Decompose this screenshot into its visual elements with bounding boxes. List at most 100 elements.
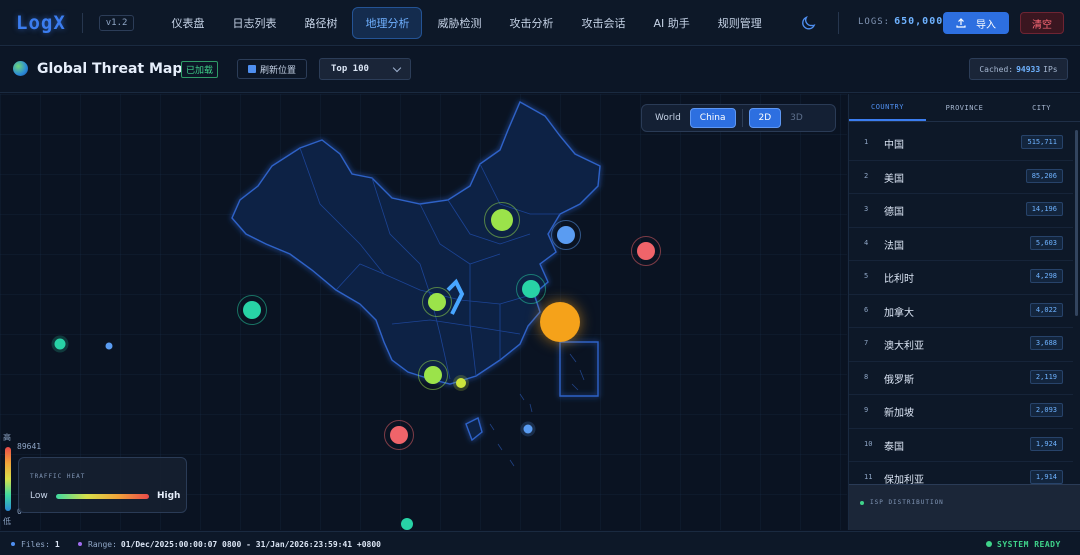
hotspot-marker-primary[interactable] [540, 302, 580, 342]
threat-map[interactable]: World China 2D 3D 高 89641 0 低 TRAFFIC HE… [0, 94, 847, 530]
nav-item-attack-sessions[interactable]: 攻击会话 [568, 7, 638, 39]
mode-3d-button[interactable]: 3D [781, 108, 812, 128]
country-count: 1,924 [1029, 436, 1063, 451]
nav-item-geo-analysis[interactable]: 地理分析 [352, 6, 423, 39]
hotspot-marker[interactable] [522, 280, 540, 298]
list-item[interactable]: 7 澳大利亚 3,688 [849, 328, 1073, 362]
hotspot-marker[interactable] [491, 209, 513, 231]
files-status: Files: 1 [21, 540, 60, 549]
country-name: 法国 [884, 240, 904, 252]
list-item[interactable]: 5 比利时 4,298 [849, 261, 1073, 295]
nav-item-attack-analysis[interactable]: 攻击分析 [496, 7, 566, 39]
hotspot-marker[interactable] [456, 378, 466, 388]
rank-index: 7 [864, 339, 869, 347]
page-title: Global Threat Map [37, 61, 183, 77]
moon-icon[interactable] [800, 14, 817, 31]
ready-dot [986, 541, 992, 547]
rank-index: 9 [864, 406, 869, 414]
refresh-location-button[interactable]: 刷新位置 [237, 59, 307, 79]
country-count: 2,093 [1029, 403, 1063, 417]
list-item[interactable]: 2 美国 85,206 [849, 161, 1073, 194]
hotspot-marker[interactable] [105, 342, 113, 350]
hotspot-marker[interactable] [523, 424, 533, 434]
country-name: 德国 [884, 207, 904, 218]
upload-icon [956, 18, 966, 28]
hotspot-marker[interactable] [557, 226, 575, 244]
isp-distribution-section[interactable]: ISP DISTRIBUTION [849, 484, 1080, 530]
nav-item-log-list[interactable]: 日志列表 [219, 7, 289, 39]
app-logo[interactable]: LogX [16, 12, 66, 34]
country-name: 新加坡 [884, 408, 914, 419]
list-item[interactable]: 8 俄罗斯 2,119 [849, 362, 1073, 395]
map-toolbar: Global Threat Map 已加载 刷新位置 Top 100 Cache… [0, 47, 1080, 93]
list-item[interactable]: 1 中国 515,711 [849, 127, 1073, 161]
list-item[interactable]: 6 加拿大 4,022 [849, 295, 1073, 328]
tab-province[interactable]: PROVINCE [926, 94, 1003, 121]
main-nav: 仪表盘 日志列表 路径树 地理分析 威胁检测 攻击分析 攻击会话 AI 助手 规… [158, 0, 776, 46]
country-count: 4,022 [1029, 302, 1063, 317]
logs-label: LOGS: [858, 17, 891, 27]
country-count: 14,196 [1025, 202, 1063, 216]
nav-item-ai-assistant[interactable]: AI 助手 [640, 7, 702, 39]
refresh-label: 刷新位置 [259, 65, 296, 76]
hotspot-marker[interactable] [54, 338, 66, 350]
hotspot-marker[interactable] [243, 301, 261, 319]
traffic-heat-legend: TRAFFIC HEAT Low High [18, 457, 187, 513]
nav-item-rules[interactable]: 规则管理 [705, 7, 775, 39]
hotspot-marker[interactable] [390, 426, 408, 444]
rank-index: 4 [864, 238, 869, 247]
import-button[interactable]: 导入 [943, 12, 1009, 34]
system-ready-status: SYSTEM READY [997, 540, 1061, 549]
logs-counter: LOGS: 650,000 [858, 16, 943, 27]
heat-low-label: Low [30, 491, 48, 501]
list-item[interactable]: 10 泰国 1,924 [849, 429, 1073, 462]
loaded-badge: 已加载 [181, 61, 219, 78]
divider [741, 109, 743, 127]
range-label: Range: [88, 540, 117, 549]
tab-city[interactable]: CITY [1003, 94, 1080, 121]
country-name: 比利时 [884, 274, 914, 285]
legend-high-label: 高 [3, 433, 11, 442]
country-count: 1,914 [1029, 470, 1063, 484]
heat-title: TRAFFIC HEAT [30, 473, 86, 480]
nav-item-dashboard[interactable]: 仪表盘 [158, 7, 217, 39]
rank-index: 1 [864, 138, 869, 146]
list-item[interactable]: 9 新加坡 2,093 [849, 395, 1073, 429]
rank-index: 8 [864, 372, 869, 381]
hotspot-marker[interactable] [428, 293, 446, 311]
hotspot-marker[interactable] [424, 366, 442, 384]
divider [838, 12, 839, 34]
legend-max-value: 89641 [17, 442, 42, 451]
import-label: 导入 [976, 19, 996, 31]
view-china-button[interactable]: China [689, 108, 736, 128]
range-value: 01/Dec/2025:00:00:07 0800 - 31/Jan/2026:… [120, 540, 381, 549]
logs-count: 650,000 [894, 16, 944, 27]
country-name: 澳大利亚 [884, 341, 924, 352]
mode-2d-button[interactable]: 2D [748, 108, 782, 128]
nav-item-threat-detection[interactable]: 威胁检测 [424, 7, 494, 39]
rank-index: 5 [864, 272, 869, 280]
rank-index: 11 [864, 473, 873, 481]
country-count: 515,711 [1021, 135, 1063, 149]
tab-country[interactable]: COUNTRY [849, 94, 926, 121]
cached-count: 94933 [1016, 64, 1041, 74]
country-count: 4,298 [1029, 269, 1063, 283]
heat-gradient [56, 494, 149, 499]
country-count: 3,688 [1029, 336, 1063, 350]
legend-color-scale [5, 447, 11, 511]
top-n-select[interactable]: Top 100 [319, 58, 411, 80]
hotspot-marker[interactable] [637, 242, 655, 260]
hotspot-marker[interactable] [401, 518, 413, 530]
country-count: 85,206 [1025, 168, 1063, 183]
nav-item-path-tree[interactable]: 路径树 [291, 7, 350, 39]
isp-label: ISP DISTRIBUTION [870, 499, 944, 506]
list-item[interactable]: 3 德国 14,196 [849, 194, 1073, 228]
clear-button[interactable]: 清空 [1020, 12, 1064, 34]
rank-index: 3 [864, 205, 869, 213]
ranking-panel: COUNTRY PROVINCE CITY 1 中国 515,711 2 美国 85,2… [848, 94, 1080, 530]
view-world-button[interactable]: World [646, 108, 690, 128]
scrollbar-thumb[interactable] [1075, 130, 1078, 316]
top-nav-bar: LogX v1.2 仪表盘 日志列表 路径树 地理分析 威胁检测 攻击分析 攻击… [0, 0, 1080, 46]
list-item[interactable]: 4 法国 5,603 [849, 228, 1073, 261]
files-dot [11, 542, 15, 546]
